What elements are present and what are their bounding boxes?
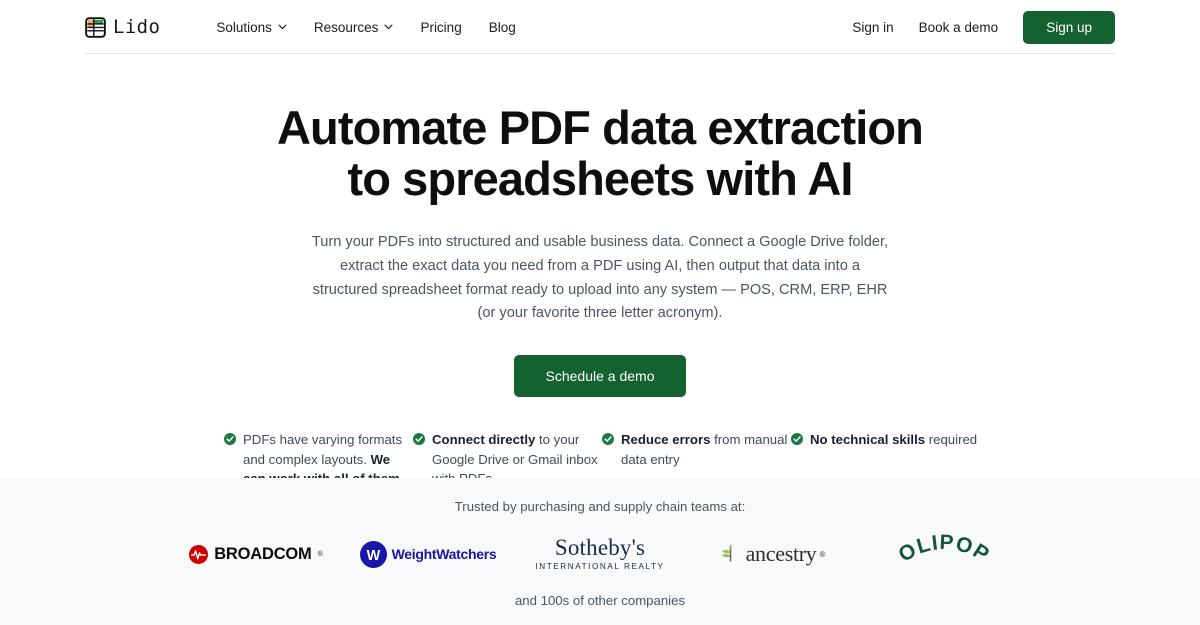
feature-text-bold: No technical skills (810, 432, 926, 447)
check-circle-icon (224, 433, 236, 445)
trusted-by-section: Trusted by purchasing and supply chain t… (0, 478, 1200, 625)
check-circle-icon (602, 433, 614, 445)
nav-item-solutions[interactable]: Solutions (216, 20, 287, 35)
weightwatchers-mark-icon: W (359, 540, 387, 568)
olipop-wordmark-icon: OLIPOP (895, 531, 994, 567)
nav-actions: Sign in Book a demo Sign up (852, 10, 1115, 44)
trusted-by-title: Trusted by purchasing and supply chain t… (454, 499, 746, 514)
ancestry-wordmark: ancestry (745, 541, 817, 566)
feature-text-bold: Connect directly (432, 432, 536, 447)
check-circle-icon (791, 433, 803, 445)
broadcom-mark-icon (189, 544, 209, 564)
weightwatchers-wordmark: WeightWatchers (391, 546, 497, 562)
feature-item-text: No technical skills required (810, 430, 977, 450)
landing-page: Lido Solutions Resources Pricing Blog Si… (0, 0, 1200, 625)
sign-in-link[interactable]: Sign in (852, 20, 893, 35)
sothebys-subtitle: INTERNATIONAL REALTY (535, 562, 665, 572)
check-circle-icon (413, 433, 425, 445)
logo-sothebys: Sotheby's INTERNATIONAL REALTY (514, 536, 686, 571)
page-title-line1: Automate PDF data extraction (277, 101, 924, 154)
nav-item-resources[interactable]: Resources (314, 20, 394, 35)
feature-item-text: Reduce errors from manual data entry (621, 430, 791, 469)
chevron-down-icon (278, 24, 287, 30)
ancestry-leaf-icon (721, 544, 732, 562)
hero-cta-wrapper: Schedule a demo (0, 355, 1200, 397)
broadcom-registered-mark: ® (317, 550, 323, 558)
hero-section: Automate PDF data extraction to spreadsh… (0, 54, 1200, 486)
logo-broadcom: BROADCOM ® (170, 544, 342, 564)
nav-item-solutions-label: Solutions (216, 19, 272, 35)
brand-name: Lido (113, 16, 161, 38)
ancestry-registered-mark: ® (819, 549, 826, 559)
primary-nav-links: Solutions Resources Pricing Blog (216, 20, 515, 35)
top-navigation-bar: Lido Solutions Resources Pricing Blog Si… (0, 0, 1200, 54)
weightwatchers-mark-letter: W (366, 547, 380, 563)
feature-text-tail: required (925, 432, 978, 447)
logo-olipop: OLIPOP (858, 530, 1030, 578)
feature-text-bold: Reduce errors (621, 432, 711, 447)
brand-logo-link[interactable]: Lido (85, 16, 160, 38)
page-title: Automate PDF data extraction to spreadsh… (230, 102, 970, 204)
lido-grid-logo-icon (85, 16, 106, 38)
broadcom-wordmark: BROADCOM (214, 544, 312, 563)
sothebys-wordmark: Sotheby's (554, 535, 646, 561)
chevron-down-icon (384, 24, 393, 30)
nav-item-blog[interactable]: Blog (489, 20, 516, 35)
page-title-line2: to spreadsheets with AI (347, 152, 853, 206)
olipop-arched-text: OLIPOP (895, 531, 993, 567)
logo-ancestry: ancestry ® (686, 541, 858, 567)
trusted-by-footer: and 100s of other companies (514, 593, 686, 608)
nav-item-pricing[interactable]: Pricing (420, 20, 461, 35)
schedule-a-demo-button[interactable]: Schedule a demo (513, 355, 687, 397)
logo-weightwatchers: W WeightWatchers (342, 540, 514, 568)
customer-logo-row: BROADCOM ® W WeightWatchers Sotheby's IN… (0, 529, 1200, 579)
nav-item-resources-label: Resources (313, 19, 379, 35)
svg-text:OLIPOP: OLIPOP (895, 531, 994, 567)
book-a-demo-link[interactable]: Book a demo (919, 20, 999, 35)
sign-up-button[interactable]: Sign up (1023, 10, 1115, 44)
hero-subtitle: Turn your PDFs into structured and usabl… (311, 234, 889, 322)
